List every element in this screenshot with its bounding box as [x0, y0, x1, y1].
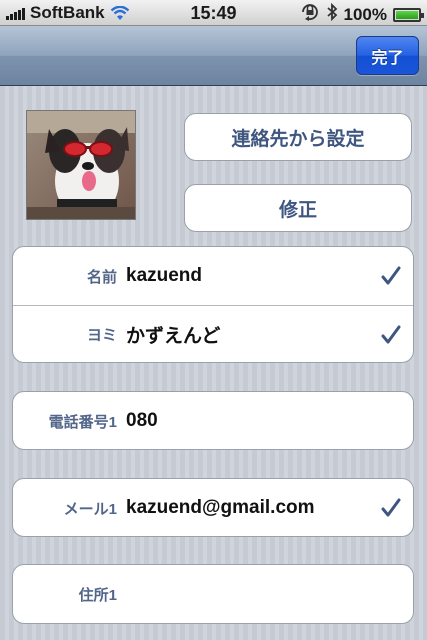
- status-right: 100%: [300, 2, 424, 26]
- checkmark-icon: [381, 247, 401, 305]
- address-group: 住所1: [12, 564, 414, 624]
- battery-fill: [396, 10, 418, 19]
- done-button[interactable]: 完了: [356, 36, 419, 75]
- address-label: 住所1: [78, 586, 117, 604]
- status-bar: SoftBank 15:49 100%: [0, 0, 427, 26]
- contact-photo[interactable]: [26, 110, 136, 220]
- battery-icon: [393, 7, 424, 22]
- reading-row[interactable]: ヨミ かずえんど: [13, 305, 413, 362]
- navigation-bar: 完了: [0, 26, 427, 86]
- name-label: 名前: [86, 268, 117, 286]
- dog-photo-image: [27, 111, 135, 219]
- email-value: kazuend@gmail.com: [126, 497, 315, 518]
- phone-value: 080: [126, 410, 158, 431]
- address-row[interactable]: 住所1: [13, 565, 413, 623]
- name-group: 名前 kazuend ヨミ かずえんど: [12, 246, 414, 363]
- set-from-contacts-button[interactable]: 連絡先から設定: [184, 113, 412, 161]
- phone-group: 電話番号1 080: [12, 391, 414, 450]
- reading-value: かずえんど: [126, 326, 221, 347]
- reading-label: ヨミ: [86, 327, 117, 344]
- edit-button[interactable]: 修正: [184, 184, 412, 232]
- email-row[interactable]: メール1 kazuend@gmail.com: [13, 479, 413, 536]
- bluetooth-icon: [326, 2, 338, 26]
- name-row[interactable]: 名前 kazuend: [13, 247, 413, 305]
- phone-row[interactable]: 電話番号1 080: [13, 392, 413, 449]
- email-label: メール1: [63, 500, 117, 518]
- name-value: kazuend: [126, 265, 203, 286]
- email-group: メール1 kazuend@gmail.com: [12, 478, 414, 537]
- orientation-lock-icon: [300, 3, 320, 26]
- phone-label: 電話番号1: [48, 413, 117, 431]
- checkmark-icon: [381, 306, 401, 362]
- checkmark-icon: [381, 479, 401, 536]
- battery-percent: 100%: [343, 4, 387, 24]
